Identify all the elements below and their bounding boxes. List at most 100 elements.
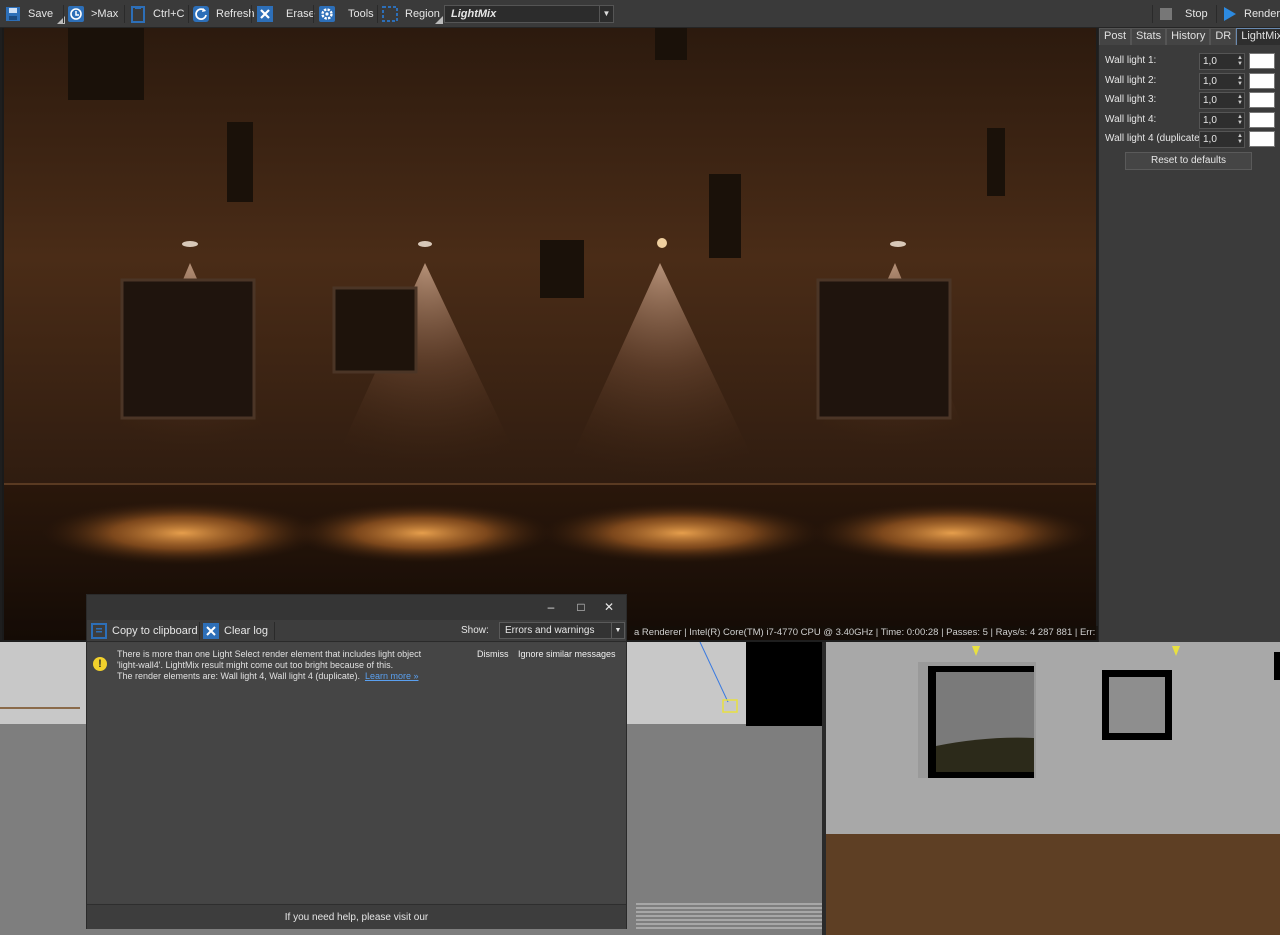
render-button[interactable]: Render	[1220, 4, 1280, 24]
intensity-value: 1,0	[1203, 56, 1217, 67]
lightmix-row: Wall light 4: 1,0 ▲ ▼	[1105, 112, 1275, 130]
log-body: ! There is more than one Light Select re…	[87, 643, 626, 903]
tab-post[interactable]: Post	[1099, 28, 1132, 45]
log-toolbar-divider	[274, 622, 275, 640]
spinner-arrows-icon[interactable]: ▲ ▼	[1237, 75, 1243, 87]
save-button[interactable]: Save	[4, 4, 53, 24]
render-element-value: LightMix	[451, 8, 497, 20]
light-label: Wall light 2:	[1105, 75, 1157, 86]
toolbar-divider	[313, 5, 314, 23]
spinner-arrows-icon[interactable]: ▲ ▼	[1237, 114, 1243, 126]
refresh-icon	[192, 5, 210, 23]
spinner-arrows-icon[interactable]: ▲ ▼	[1237, 55, 1243, 67]
show-filter-label: Show:	[461, 625, 489, 636]
spinner-arrows-icon[interactable]: ▲ ▼	[1237, 133, 1243, 145]
tab-lightmix[interactable]: LightMix	[1236, 28, 1280, 45]
clipboard-icon	[91, 623, 107, 639]
intensity-spinner[interactable]: 1,0 ▲ ▼	[1199, 112, 1245, 129]
log-toolbar-divider	[199, 622, 200, 640]
log-window: – □ ✕ Copy to clipboard Clear log Show: …	[86, 594, 627, 929]
intensity-spinner[interactable]: 1,0 ▲ ▼	[1199, 53, 1245, 70]
tab-history[interactable]: History	[1166, 28, 1211, 45]
copy-button[interactable]: Ctrl+C	[129, 4, 184, 24]
intensity-spinner[interactable]: 1,0 ▲ ▼	[1199, 92, 1245, 109]
light-label: Wall light 1:	[1105, 55, 1157, 66]
intensity-spinner[interactable]: 1,0 ▲ ▼	[1199, 131, 1245, 148]
viewport-right[interactable]	[826, 642, 1280, 935]
intensity-spinner[interactable]: 1,0 ▲ ▼	[1199, 73, 1245, 90]
stop-button[interactable]: Stop	[1157, 4, 1208, 24]
light-color-swatch[interactable]	[1249, 131, 1275, 147]
toolbar-divider	[188, 5, 189, 23]
lightmix-row: Wall light 1: 1,0 ▲ ▼	[1105, 53, 1275, 71]
clipboard-icon	[129, 5, 147, 23]
max-icon	[67, 5, 85, 23]
panel-tabs: Post Stats History DR LightMix	[1099, 28, 1280, 45]
toolbar-divider	[124, 5, 125, 23]
erase-label: Erase	[286, 8, 315, 20]
region-select-icon	[381, 5, 399, 23]
chevron-down-icon: ▼	[599, 6, 613, 22]
minimize-icon[interactable]: –	[543, 599, 559, 615]
tools-label: Tools	[348, 8, 374, 20]
erase-button[interactable]: Erase	[256, 4, 315, 24]
render-status-line: a Renderer | Intel(R) Core(TM) i7-4770 C…	[630, 626, 1116, 640]
gear-icon	[318, 5, 336, 23]
light-color-swatch[interactable]	[1249, 112, 1275, 128]
region-button[interactable]: Region	[381, 4, 440, 24]
intensity-value: 1,0	[1203, 115, 1217, 126]
close-icon[interactable]: ✕	[601, 599, 617, 615]
view-edge	[2, 28, 4, 640]
lightmix-row: Wall light 2: 1,0 ▲ ▼	[1105, 73, 1275, 91]
log-message-line: There is more than one Light Select rend…	[117, 649, 422, 659]
max-label: >Max	[91, 8, 119, 20]
play-icon	[1220, 5, 1238, 23]
light-label: Wall light 3:	[1105, 94, 1157, 105]
help-footer-text: If you need help, please visit our	[284, 912, 429, 923]
light-label: Wall light 4 (duplicate	[1105, 133, 1200, 144]
show-filter-value: Errors and warnings	[505, 625, 595, 636]
send-to-max-button[interactable]: >Max	[67, 4, 118, 24]
light-color-swatch[interactable]	[1249, 53, 1275, 69]
clear-x-icon	[203, 623, 219, 639]
clear-log-label: Clear log	[224, 625, 269, 637]
stop-icon	[1157, 5, 1175, 23]
refresh-button[interactable]: Refresh	[192, 4, 255, 24]
erase-x-icon	[256, 5, 274, 23]
maximize-icon[interactable]: □	[573, 599, 589, 615]
tab-dr[interactable]: DR	[1210, 28, 1237, 45]
spinner-arrows-icon[interactable]: ▲ ▼	[1237, 94, 1243, 106]
toolbar-divider	[1152, 5, 1153, 23]
toolbar-divider	[1216, 5, 1217, 23]
copy-to-clipboard-label: Copy to clipboard	[112, 625, 198, 637]
clear-log-button[interactable]: Clear log	[203, 622, 268, 640]
copy-to-clipboard-button[interactable]: Copy to clipboard	[91, 622, 198, 640]
chevron-down-icon: ▼	[611, 623, 624, 638]
tab-stats[interactable]: Stats	[1131, 28, 1167, 45]
render-toolbar: Save >Max Ctrl+C Refresh Erase Tools Reg…	[0, 0, 1280, 28]
tools-button[interactable]: Tools	[318, 4, 374, 24]
log-message: There is more than one Light Select rend…	[117, 649, 467, 682]
ignore-similar-button[interactable]: Ignore similar messages	[518, 649, 616, 659]
render-element-select[interactable]: LightMix ▼	[444, 5, 614, 23]
refresh-label: Refresh	[216, 8, 255, 20]
toolbar-divider	[251, 5, 252, 23]
render-image	[2, 28, 1096, 640]
learn-more-link[interactable]: Learn more »	[365, 671, 419, 681]
floppy-disk-icon	[4, 5, 22, 23]
save-label: Save	[28, 8, 54, 20]
light-color-swatch[interactable]	[1249, 92, 1275, 108]
lightmix-panel: Post Stats History DR LightMix Wall ligh…	[1098, 28, 1280, 642]
intensity-value: 1,0	[1203, 76, 1217, 87]
log-titlebar[interactable]: – □ ✕	[87, 595, 626, 620]
intensity-value: 1,0	[1203, 134, 1217, 145]
show-filter-select[interactable]: Errors and warnings ▼	[499, 622, 625, 639]
reset-to-defaults-button[interactable]: Reset to defaults	[1125, 152, 1252, 170]
toolbar-divider	[63, 5, 64, 23]
region-dropdown-corner[interactable]	[435, 16, 443, 24]
dismiss-button[interactable]: Dismiss	[477, 649, 509, 659]
lightmix-row: Wall light 4 (duplicate 1,0 ▲ ▼	[1105, 131, 1275, 149]
log-toolbar: Copy to clipboard Clear log Show: Errors…	[87, 620, 626, 642]
light-color-swatch[interactable]	[1249, 73, 1275, 89]
log-footer: If you need help, please visit our	[87, 904, 626, 929]
